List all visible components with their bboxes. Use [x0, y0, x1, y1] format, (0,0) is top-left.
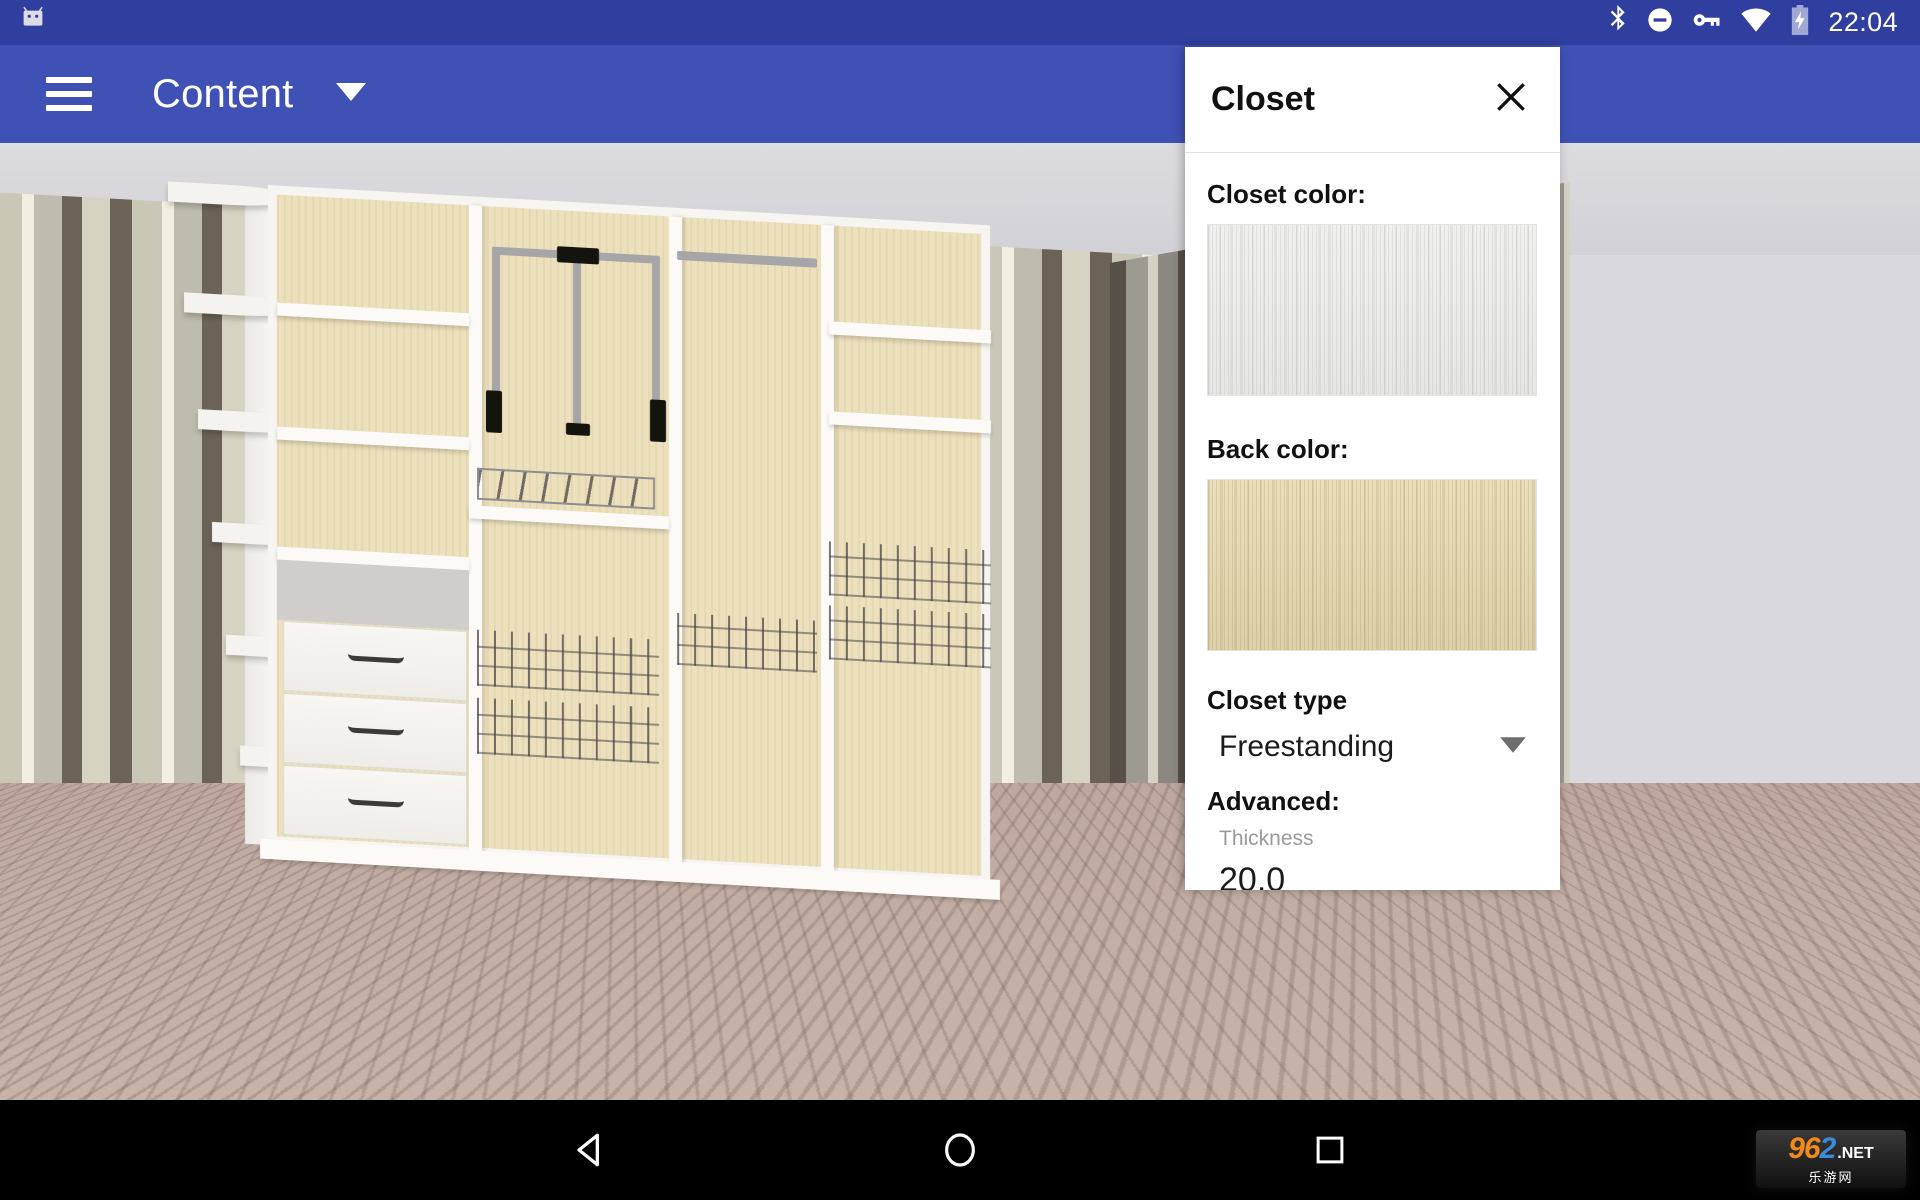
- back-color-swatch[interactable]: [1207, 479, 1537, 651]
- watermark-cn: 乐游网: [1808, 1170, 1854, 1185]
- closet-model[interactable]: [150, 168, 1030, 957]
- caret-down-icon[interactable]: [1500, 736, 1526, 759]
- panel-header: Closet: [1185, 47, 1560, 153]
- caret-down-icon[interactable]: [335, 81, 366, 108]
- watermark-net: .NET: [1837, 1145, 1874, 1162]
- drawer-handle: [348, 725, 404, 736]
- status-bar-system-icons: 22:04: [1606, 5, 1898, 40]
- panel-title: Closet: [1211, 80, 1315, 118]
- android-robot-icon: [18, 5, 48, 40]
- status-bar-clock: 22:04: [1828, 7, 1898, 37]
- closet-type-dropdown[interactable]: Freestanding: [1207, 716, 1536, 778]
- status-bar: 22:04: [0, 0, 1920, 45]
- watermark-96: 96: [1788, 1132, 1820, 1165]
- drawer: [283, 692, 467, 774]
- closet-color-swatch[interactable]: [1207, 224, 1537, 396]
- wardrobe-lift-grip: [486, 390, 502, 434]
- advanced-label: Advanced:: [1207, 786, 1340, 816]
- thickness-value: 20.0: [1219, 861, 1286, 890]
- wire-basket: [829, 541, 991, 605]
- wire-basket: [477, 629, 659, 696]
- status-bar-notifications: [18, 5, 48, 40]
- bluetooth-icon: [1606, 5, 1628, 40]
- app-toolbar: Content: [0, 45, 1920, 143]
- drawer-handle: [348, 797, 404, 808]
- vertical-divider: [469, 205, 482, 862]
- toolbar-title: Content: [152, 71, 294, 116]
- vertical-divider: [669, 216, 682, 874]
- wardrobe-lift-grip: [566, 422, 590, 436]
- drawer: [283, 620, 467, 702]
- shelf-shadow: [277, 559, 469, 631]
- hamburger-menu-icon[interactable]: [46, 77, 92, 111]
- thickness-field[interactable]: Thickness 20.0: [1207, 817, 1536, 890]
- app-root: 22:04 Content Closet Closet color: Back …: [0, 0, 1920, 1200]
- do-not-disturb-icon: [1646, 6, 1674, 39]
- wardrobe-lift-grip: [557, 246, 599, 265]
- wire-basket: [829, 605, 991, 669]
- watermark-logo: 96 2 .NET: [1788, 1132, 1874, 1166]
- wifi-icon: [1740, 7, 1772, 38]
- thickness-hint: Thickness: [1219, 827, 1314, 850]
- wardrobe-lift-grip: [650, 399, 666, 443]
- android-nav-bar: [0, 1100, 1920, 1200]
- back-color-label: Back color:: [1207, 434, 1349, 464]
- closet-3d-viewport[interactable]: [0, 143, 1920, 1100]
- closet-carcass: [268, 184, 991, 886]
- home-circle-icon[interactable]: [925, 1115, 995, 1185]
- wardrobe-lift-handle-rod: [573, 257, 581, 434]
- site-watermark: 96 2 .NET 乐游网: [1756, 1130, 1906, 1188]
- wire-basket: [677, 612, 817, 673]
- battery-charging-icon: [1790, 5, 1810, 40]
- back-triangle-icon[interactable]: [555, 1115, 625, 1185]
- recents-square-icon[interactable]: [1295, 1115, 1365, 1185]
- drawer: [283, 764, 467, 846]
- vpn-key-icon: [1692, 8, 1722, 37]
- watermark-2: 2: [1819, 1132, 1837, 1165]
- drawer-handle: [348, 653, 404, 664]
- wire-basket: [477, 697, 659, 764]
- closet-properties-panel: Closet Closet color: Back color: Closet …: [1185, 47, 1560, 890]
- close-icon[interactable]: [1492, 78, 1530, 121]
- closet-color-label: Closet color:: [1207, 179, 1366, 209]
- closet-type-label: Closet type: [1207, 685, 1348, 715]
- panel-body: Closet color: Back color: Closet type Fr…: [1185, 153, 1560, 890]
- closet-type-value: Freestanding: [1219, 730, 1395, 763]
